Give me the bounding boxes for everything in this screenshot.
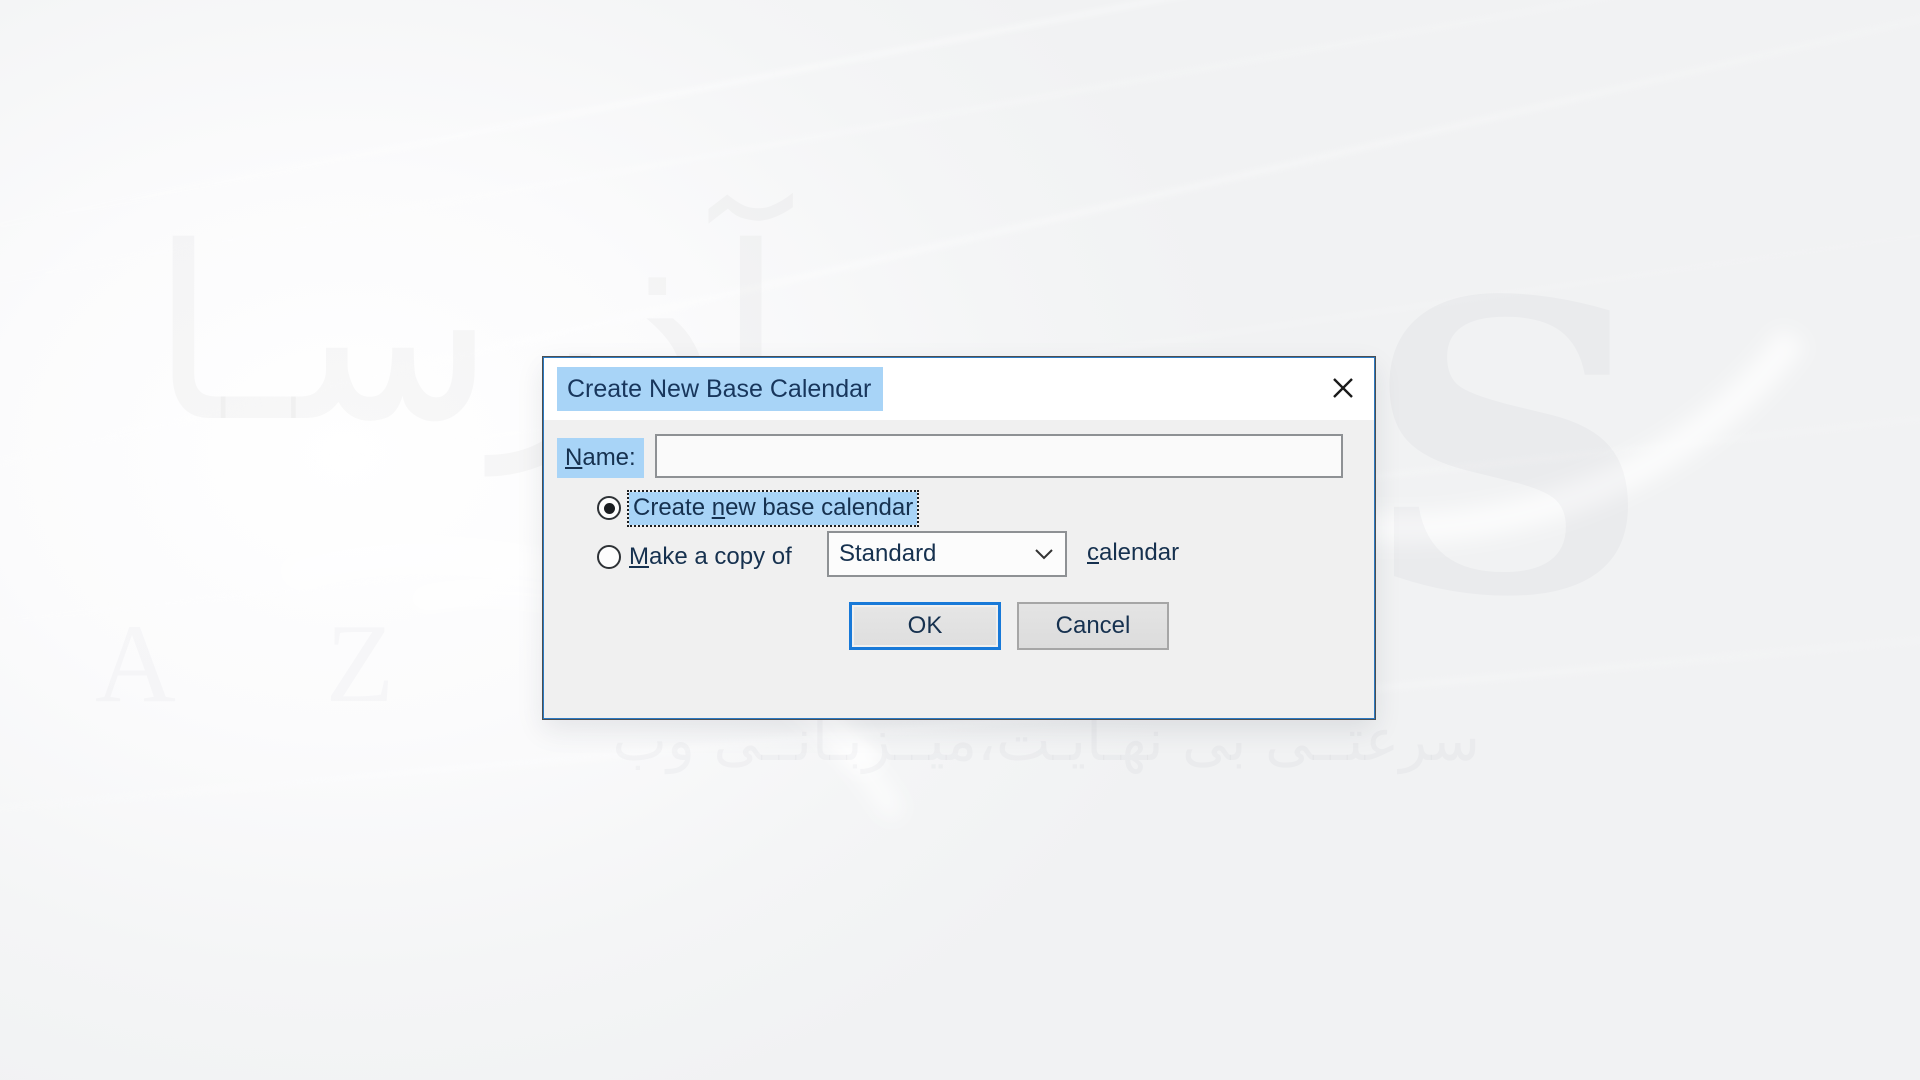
radio-make-a-copy-of-label: Make a copy of [629,543,792,570]
radio-selected-icon [597,496,621,520]
desktop-background: آذرسـا S A Z A R سرعتــی بی نهـایـت،میــ… [0,0,1920,1080]
name-label: Name: [557,438,644,478]
dialog-titlebar[interactable]: Create New Base Calendar [544,358,1374,420]
chevron-down-icon [1035,549,1053,560]
name-row: Name: [544,434,1374,480]
dialog-button-row: OK Cancel [544,602,1374,662]
close-icon[interactable] [1312,358,1374,418]
radio-make-a-copy-of[interactable]: Make a copy of [597,534,792,580]
dialog-body: Name: Create new base calendar Make a co… [544,420,1374,718]
name-input[interactable] [655,434,1343,478]
radio-unselected-icon [597,545,621,569]
ok-button[interactable]: OK [849,602,1001,650]
calendar-suffix-label: calendar [1087,539,1180,566]
watermark-logo-mark: S [1363,215,1652,685]
cancel-button[interactable]: Cancel [1017,602,1169,650]
create-new-base-calendar-dialog: Create New Base Calendar Name: Create ne… [542,356,1376,720]
calendar-select[interactable]: Standard [827,531,1067,577]
calendar-select-value: Standard [839,540,937,567]
dialog-title: Create New Base Calendar [557,367,884,411]
radio-create-new-base-calendar-label: Create new base calendar [626,489,920,527]
wallpaper-streak [0,0,1920,245]
radio-create-new-base-calendar[interactable]: Create new base calendar [597,489,920,527]
wallpaper-streak [0,0,1920,300]
